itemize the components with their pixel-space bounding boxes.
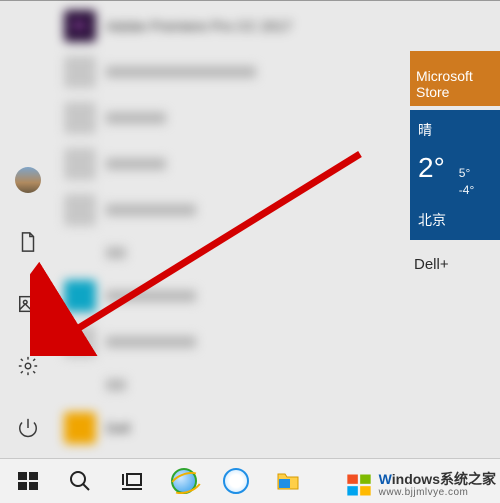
app-icon [64,56,96,88]
app-item[interactable] [56,141,410,187]
app-label: Dell [106,420,130,436]
start-rail [0,1,56,458]
browser-icon [223,468,249,494]
document-icon [17,231,39,253]
app-icon: Pr [64,10,96,42]
internet-explorer-button[interactable] [160,461,208,501]
tile-placeholder [410,1,500,51]
app-icon [64,326,96,358]
account-button[interactable] [8,160,48,200]
dell-tile[interactable]: Dell+ [410,256,500,273]
watermark-cn: 系统之家 [440,471,496,487]
taskbar: Windows系统之家 www.bjjmlvye.com [0,458,500,503]
app-item[interactable] [56,273,410,319]
settings-button[interactable] [8,346,48,386]
app-label [106,158,166,170]
start-menu: Pr Adobe Premiere Pro CC 2017 Dell Micro… [0,1,500,458]
tiles-panel: Microsoft Store 晴 2° 5° -4° 北京 Dell+ [410,1,500,458]
folder-icon [276,469,300,493]
watermark-brand: indows [392,471,440,487]
app-item[interactable] [56,319,410,365]
weather-range: 5° -4° [459,165,474,199]
store-tile[interactable]: Microsoft Store [410,51,500,106]
app-label [106,379,126,391]
windows-logo-icon [345,471,373,499]
app-icon [64,102,96,134]
app-icon [64,148,96,180]
weather-city: 北京 [418,210,492,230]
weather-temperature: 2° [418,152,445,184]
watermark-w: W [379,471,392,487]
weather-condition: 晴 [418,120,492,140]
watermark: Windows系统之家 www.bjjmlvye.com [345,471,496,499]
weather-tile[interactable]: 晴 2° 5° -4° 北京 [410,110,500,240]
weather-high: 5° [459,165,474,182]
app-label: Adobe Premiere Pro CC 2017 [106,18,292,34]
app-icon [64,280,96,312]
app-label [106,247,126,259]
watermark-url: www.bjjmlvye.com [379,487,496,498]
app-label [106,66,256,78]
ie-icon [171,468,197,494]
app-label [106,112,166,124]
app-item[interactable] [56,365,410,405]
task-view-icon [120,469,144,493]
search-icon [68,469,92,493]
documents-button[interactable] [8,222,48,262]
app-icon [64,194,96,226]
gear-icon [17,355,39,377]
windows-icon [16,469,40,493]
app-item[interactable] [56,187,410,233]
app-item[interactable] [56,95,410,141]
task-view-button[interactable] [108,461,156,501]
power-button[interactable] [8,408,48,448]
app-item[interactable] [56,233,410,273]
power-icon [17,417,39,439]
user-avatar-icon [15,167,41,193]
app-label [106,336,196,348]
app-item[interactable]: Dell [56,405,410,451]
app-icon [64,412,96,444]
file-explorer-button[interactable] [264,461,312,501]
store-tile-label: Microsoft Store [416,68,494,100]
app-label [106,204,196,216]
browser-button[interactable] [212,461,260,501]
app-item[interactable] [56,49,410,95]
app-item[interactable]: Pr Adobe Premiere Pro CC 2017 [56,3,410,49]
weather-low: -4° [459,182,474,199]
weather-readout: 2° 5° -4° [418,152,492,199]
start-button[interactable] [4,461,52,501]
search-button[interactable] [56,461,104,501]
app-list[interactable]: Pr Adobe Premiere Pro CC 2017 Dell [56,1,410,458]
app-label [106,290,196,302]
pictures-button[interactable] [8,284,48,324]
dell-tile-label: Dell+ [414,256,449,273]
pictures-icon [17,293,39,315]
